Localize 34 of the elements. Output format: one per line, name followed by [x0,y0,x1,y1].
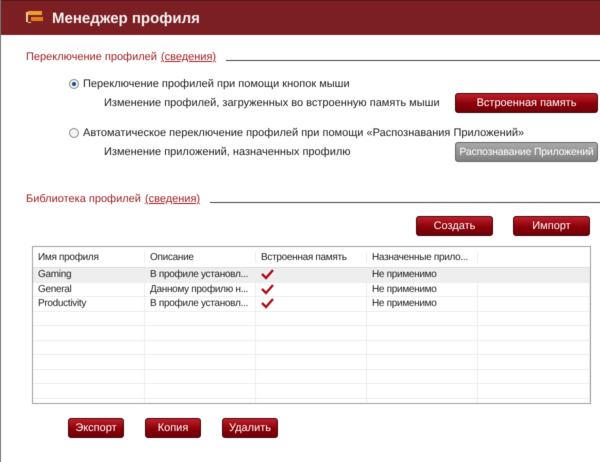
table-cell: В профиле установл... [145,268,256,282]
table-cell: General [33,282,145,296]
table-cell: Не применимо [367,268,478,282]
table-row[interactable]: Productivity В профиле установл... Не применимо [33,297,590,312]
info-link[interactable]: (сведения) [144,193,200,205]
column-header[interactable]: Описание [145,252,256,262]
action-button[interactable]: Копия [145,418,201,438]
column-header[interactable]: Имя профиля [33,252,145,262]
column-header[interactable]: Встроенная память [256,252,367,262]
table-cell: Productivity [33,297,145,310]
radio-button[interactable] [69,79,79,89]
section-heading: Переключение профилей [26,51,157,63]
section-heading: Библиотека профилей [26,193,141,205]
action-button[interactable]: Импорт [513,216,590,236]
action-button[interactable]: Экспорт [68,418,124,438]
table-cell: В профиле установл... [145,297,256,310]
window-title: Менеджер профиля [52,10,200,26]
action-button[interactable]: Удалить [222,418,278,438]
option-label: Переключение профилей при помощи кнопок мыши [83,78,350,90]
column-header[interactable]: Назначенные прило... [367,252,478,262]
table-cell: Данному профилю н... [145,282,256,296]
action-button[interactable]: Создать [416,216,493,236]
table-cell: Gaming [33,268,145,282]
option-description: Изменение профилей, загруженных во встроенную память мыши [104,97,440,109]
table-row[interactable]: Gaming В профиле установл... Не применимо [33,268,590,282]
info-link[interactable]: (сведения) [160,51,216,63]
profile-list-icon [26,11,44,25]
radio-button[interactable] [69,128,79,138]
option-label: Автоматическое переключение профилей при помощи «Распознавания Приложений» [83,127,524,139]
table-cell: Не применимо [367,297,478,310]
action-button[interactable]: Встроенная память [455,93,598,113]
table-row[interactable]: General Данному профилю н... Не применимо [33,282,590,297]
table-cell: Не применимо [367,282,478,296]
option-description: Изменение приложений, назначенных профилю [104,146,351,158]
